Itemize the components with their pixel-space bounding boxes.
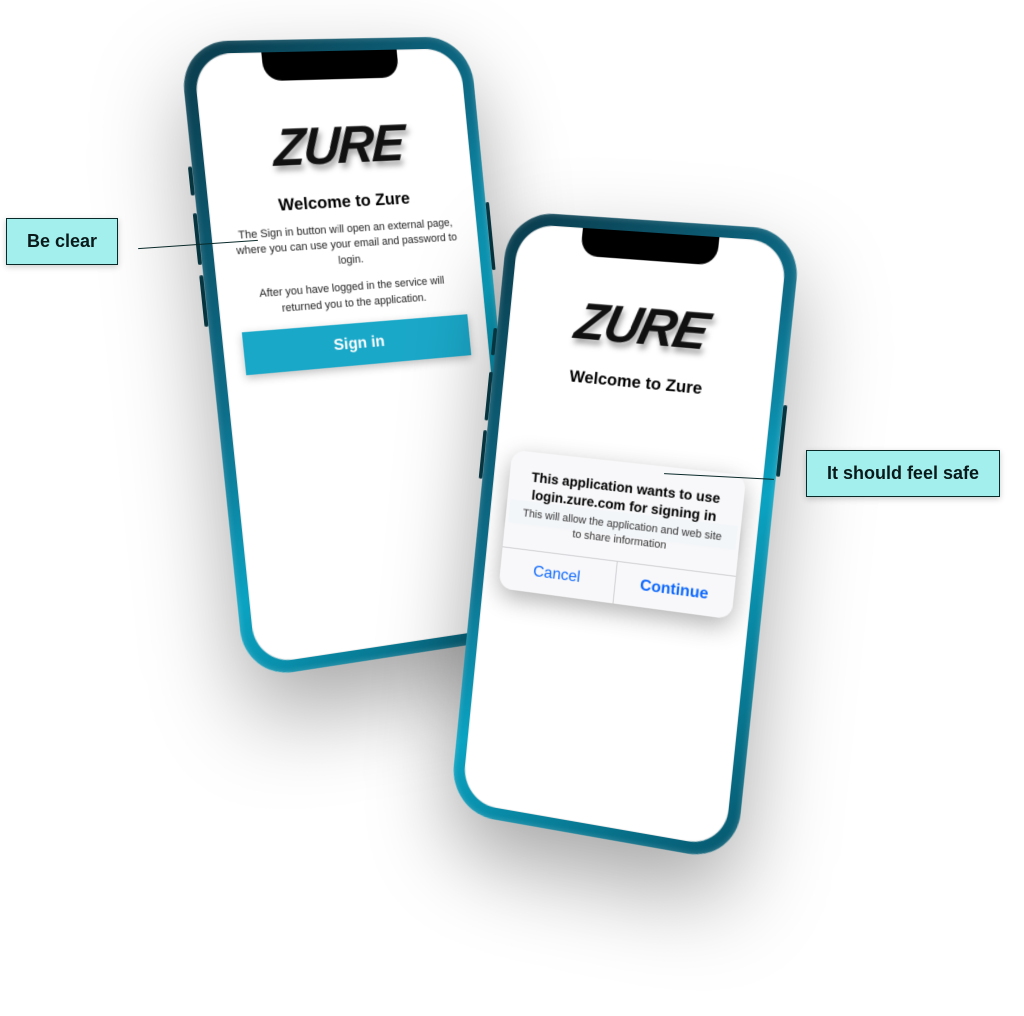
brand-logo: ZURE [522,288,766,367]
power-button-icon [485,202,495,270]
phone-left-screen: ZURE Welcome to Zure The Sign in button … [193,48,516,665]
notch-icon [261,50,399,82]
phone-right: ZURE Welcome to Zure This application wa… [449,211,801,862]
brand-logo: ZURE [222,111,451,181]
volume-up-icon [193,213,202,265]
phone-right-screen: ZURE Welcome to Zure This application wa… [461,223,788,847]
volume-down-icon [199,275,208,327]
callout-be-clear: Be clear [6,218,118,265]
welcome-heading: Welcome to Zure [522,362,753,404]
callout-feel-safe: It should feel safe [806,450,1000,497]
signin-description-1: The Sign in button will open an external… [231,216,462,277]
signin-description-2: After you have logged in the service wil… [237,272,466,320]
signin-button[interactable]: Sign in [242,314,471,375]
app-welcome-left: ZURE Welcome to Zure The Sign in button … [193,48,516,665]
welcome-heading: Welcome to Zure [228,186,457,218]
mute-switch-icon [188,166,195,195]
power-button-icon [776,405,788,477]
scene: ZURE Welcome to Zure The Sign in button … [0,0,1024,1016]
alert-continue-button[interactable]: Continue [613,562,736,620]
